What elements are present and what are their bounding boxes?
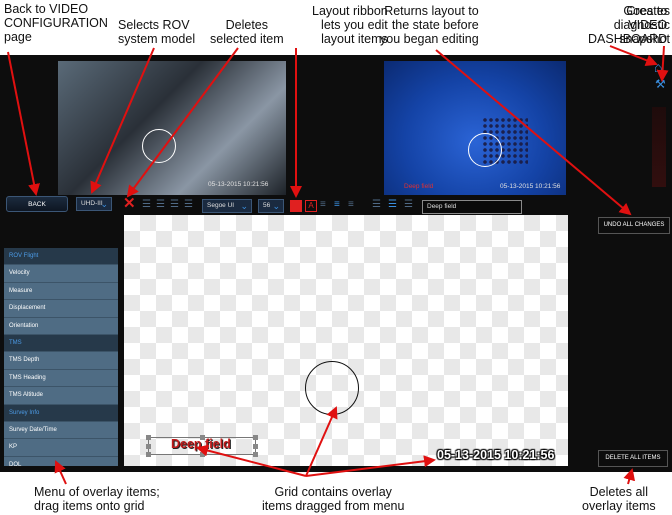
text-align-left-icon[interactable]: ≡ bbox=[320, 199, 326, 211]
resize-handle[interactable] bbox=[146, 435, 151, 440]
callout-returns: Returns layout to the state before you b… bbox=[380, 4, 479, 46]
text-color-picker-icon[interactable]: A bbox=[305, 200, 317, 212]
rov-model-value: UHD-III bbox=[81, 200, 103, 207]
snapshot-icon[interactable]: ⚒ bbox=[655, 77, 666, 91]
resize-handle[interactable] bbox=[200, 452, 205, 457]
distribute-icon[interactable]: ☰ bbox=[184, 199, 193, 211]
menu-section-header[interactable]: Survey Info bbox=[4, 404, 118, 422]
callout-rov: Selects ROV system model bbox=[118, 18, 196, 46]
resize-handle[interactable] bbox=[253, 444, 258, 449]
deep-field-text: Deep field bbox=[171, 437, 231, 451]
menu-item[interactable]: Velocity bbox=[4, 265, 118, 283]
callout-menu: Menu of overlay items; drag items onto g… bbox=[34, 485, 160, 513]
deep-field-overlay-item[interactable]: Deep field bbox=[146, 435, 258, 457]
menu-item[interactable]: TMS Depth bbox=[4, 352, 118, 370]
preview-left-timestamp: 05-13-2015 10:21:56 bbox=[208, 181, 269, 188]
overlay-text-input[interactable]: Deep field bbox=[422, 200, 522, 214]
menu-item[interactable]: Survey Date/Time bbox=[4, 421, 118, 440]
font-size-dropdown[interactable]: 56 ⌄ bbox=[258, 199, 284, 213]
delete-all-items-button[interactable]: DELETE ALL ITEMS bbox=[598, 450, 668, 467]
home-icon[interactable]: ⌂ bbox=[654, 59, 662, 75]
text-color-swatch[interactable] bbox=[290, 200, 302, 212]
menu-section-header[interactable]: ROV Flight bbox=[4, 248, 118, 266]
menu-item[interactable]: Measure bbox=[4, 282, 118, 301]
valign-bottom-icon[interactable]: ☰ bbox=[404, 199, 413, 211]
callout-creates: Creates diagnostic snapshot bbox=[613, 4, 670, 46]
font-size-value: 56 bbox=[263, 202, 271, 209]
menu-item[interactable]: DOL bbox=[4, 456, 118, 466]
callout-back: Back to VIDEO CONFIGURATION page bbox=[4, 2, 108, 44]
layout-grid[interactable]: Deep field 05-13-2015 10:21:56 bbox=[124, 215, 568, 466]
font-family-dropdown[interactable]: Segoe UI ⌄ bbox=[202, 199, 252, 213]
grid-circle-overlay[interactable] bbox=[305, 361, 359, 415]
delete-x-icon[interactable]: ✕ bbox=[123, 196, 136, 211]
preview-right-label: Deep field bbox=[404, 183, 434, 190]
resize-handle[interactable] bbox=[253, 452, 258, 457]
preview-circle-overlay bbox=[142, 129, 176, 163]
align-center-icon[interactable]: ☰ bbox=[156, 199, 165, 211]
align-left-icon[interactable]: ☰ bbox=[142, 199, 151, 211]
menu-list: ROV Flight Velocity Measure Displacement Ori… bbox=[4, 248, 118, 466]
menu-item[interactable]: Displacement bbox=[4, 300, 118, 318]
arrow-delete-all bbox=[623, 468, 636, 485]
video-layout-editor: 05-13-2015 10:21:56 Deep field 05-13-201… bbox=[0, 55, 672, 472]
menu-item[interactable]: TMS Altitude bbox=[4, 387, 118, 405]
timestamp-overlay-item[interactable]: 05-13-2015 10:21:56 bbox=[437, 448, 554, 462]
video-preview-right: Deep field 05-13-2015 10:21:56 bbox=[384, 61, 566, 195]
valign-top-icon[interactable]: ☰ bbox=[372, 199, 381, 211]
font-family-value: Segoe UI bbox=[207, 202, 235, 209]
resize-handle[interactable] bbox=[146, 452, 151, 457]
video-preview-left: 05-13-2015 10:21:56 bbox=[58, 61, 286, 195]
menu-item[interactable]: KP bbox=[4, 439, 118, 457]
align-right-icon[interactable]: ☰ bbox=[170, 199, 179, 211]
overlay-items-menu[interactable]: ROV Flight Velocity Measure Displacement Ori… bbox=[4, 248, 118, 466]
preview-circle-overlay bbox=[468, 133, 502, 167]
menu-item[interactable]: TMS Heading bbox=[4, 369, 118, 388]
callout-deletes: Deletes selected item bbox=[210, 18, 284, 46]
callout-delete-all: Deletes all overlay items bbox=[582, 485, 656, 513]
undo-all-changes-button[interactable]: UNDO ALL CHANGES bbox=[598, 217, 670, 234]
rov-model-dropdown[interactable]: UHD-III ⌄ bbox=[76, 197, 112, 211]
callout-grid: Grid contains overlay items dragged from… bbox=[262, 485, 405, 513]
resize-handle[interactable] bbox=[253, 435, 258, 440]
chevron-down-icon: ⌄ bbox=[100, 199, 108, 209]
chevron-down-icon: ⌄ bbox=[240, 201, 248, 211]
menu-section-header[interactable]: TMS bbox=[4, 334, 118, 353]
chevron-down-icon: ⌄ bbox=[272, 201, 280, 211]
menu-item[interactable]: Orientation bbox=[4, 317, 118, 335]
resize-handle[interactable] bbox=[146, 444, 151, 449]
text-align-right-icon[interactable]: ≡ bbox=[348, 199, 354, 211]
text-align-center-icon[interactable]: ≡ bbox=[334, 199, 340, 211]
valign-middle-icon[interactable]: ☰ bbox=[388, 199, 397, 211]
back-button[interactable]: BACK bbox=[6, 196, 68, 212]
preview-right-timestamp: 05-13-2015 10:21:56 bbox=[500, 183, 561, 190]
fmc-logo bbox=[652, 107, 666, 187]
callout-layout: Layout ribbon lets you edit layout items bbox=[312, 4, 388, 46]
